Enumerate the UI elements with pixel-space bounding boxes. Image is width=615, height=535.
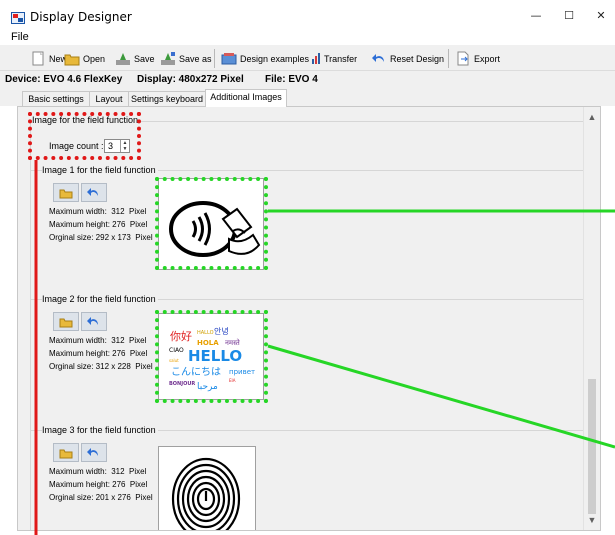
reset-icon xyxy=(371,51,387,66)
save-as-button-label: Save as xyxy=(179,53,212,64)
image-1-reset-button[interactable] xyxy=(81,183,107,202)
transfer-button-label: Transfer xyxy=(324,53,358,64)
image-3-max-width: Maximum width: 312 Pixel xyxy=(49,467,147,476)
menu-bar: File xyxy=(0,31,615,45)
toolbar: New Open Save Save as Design examples Tr… xyxy=(0,45,615,71)
new-document-icon xyxy=(30,51,46,66)
image-2-title: Image 2 for the field function xyxy=(42,294,158,304)
save-as-icon xyxy=(160,51,176,66)
scroll-up-icon[interactable]: ▲ xyxy=(584,109,600,125)
title-bar: Display Designer — ☐ ✕ xyxy=(0,0,615,31)
folder-open-icon xyxy=(59,318,73,328)
image-2-highlight xyxy=(155,310,268,403)
menu-file[interactable]: File xyxy=(11,31,29,43)
app-icon xyxy=(11,12,25,24)
file-label: File: EVO 4 xyxy=(265,74,318,85)
export-button-label: Export xyxy=(474,53,501,64)
save-icon xyxy=(115,51,131,66)
image-1-original-size: Orginal size: 292 x 173 Pixel xyxy=(49,233,153,242)
design-examples-icon xyxy=(221,51,237,66)
additional-images-panel: Image for the field function Image count… xyxy=(17,106,601,531)
reset-icon xyxy=(87,448,98,456)
transfer-icon xyxy=(311,51,321,66)
vertical-scrollbar[interactable]: ▲ ▼ xyxy=(583,107,600,530)
folder-open-icon xyxy=(59,449,73,459)
scroll-down-icon[interactable]: ▼ xyxy=(584,512,600,528)
open-button[interactable]: Open xyxy=(61,48,108,69)
toolbar-separator xyxy=(214,49,215,68)
reset-icon xyxy=(87,188,98,196)
image-2-max-width: Maximum width: 312 Pixel xyxy=(49,336,147,345)
tab-strip: Basic settings Layout Settings keyboard … xyxy=(0,89,615,107)
tab-layout[interactable]: Layout xyxy=(89,91,129,106)
tab-settings-keyboard[interactable]: Settings keyboard xyxy=(128,91,206,106)
image-1-max-width: Maximum width: 312 Pixel xyxy=(49,207,147,216)
fingerprint-image xyxy=(171,457,241,530)
image-3-thumbnail[interactable] xyxy=(158,446,256,530)
save-button-label: Save xyxy=(134,53,155,64)
save-as-button[interactable]: Save as xyxy=(157,48,215,69)
minimize-button[interactable]: — xyxy=(521,4,551,28)
tab-basic-settings[interactable]: Basic settings xyxy=(22,91,90,106)
transfer-button[interactable]: Transfer xyxy=(308,48,360,69)
reset-design-button[interactable]: Reset Design xyxy=(368,48,447,69)
maximize-button[interactable]: ☐ xyxy=(554,4,584,28)
tab-additional-images[interactable]: Additional Images xyxy=(205,89,287,107)
window-title: Display Designer xyxy=(30,10,132,24)
display-label: Display: 480x272 Pixel xyxy=(137,74,244,85)
open-button-label: Open xyxy=(83,53,106,64)
export-button[interactable]: Export xyxy=(452,48,503,69)
image-1-open-button[interactable] xyxy=(53,183,79,202)
save-button[interactable]: Save xyxy=(112,48,158,69)
close-button[interactable]: ✕ xyxy=(586,4,615,28)
export-icon xyxy=(455,51,471,66)
image-1-title: Image 1 for the field function xyxy=(42,165,158,175)
image-3-open-button[interactable] xyxy=(53,443,79,462)
image-3-max-height: Maximum height: 276 Pixel xyxy=(49,480,148,489)
image-2-open-button[interactable] xyxy=(53,312,79,331)
image-3-original-size: Orginal size: 201 x 276 Pixel xyxy=(49,493,153,502)
device-label: Device: EVO 4.6 FlexKey xyxy=(5,74,123,85)
design-examples-button[interactable]: Design examples xyxy=(218,48,312,69)
folder-open-icon xyxy=(64,51,80,66)
design-examples-button-label: Design examples xyxy=(240,53,310,64)
image-2-max-height: Maximum height: 276 Pixel xyxy=(49,349,148,358)
reset-icon xyxy=(87,317,98,325)
image-3-title: Image 3 for the field function xyxy=(42,425,158,435)
image-count-highlight xyxy=(28,112,141,160)
toolbar-separator xyxy=(448,49,449,68)
reset-design-button-label: Reset Design xyxy=(390,53,445,64)
image-3-reset-button[interactable] xyxy=(81,443,107,462)
image-1-max-height: Maximum height: 276 Pixel xyxy=(49,220,148,229)
folder-open-icon xyxy=(59,189,73,199)
scrollbar-thumb[interactable] xyxy=(588,379,596,514)
image-2-original-size: Orginal size: 312 x 228 Pixel xyxy=(49,362,153,371)
image-1-highlight xyxy=(155,177,268,270)
image-2-reset-button[interactable] xyxy=(81,312,107,331)
device-info-bar: Device: EVO 4.6 FlexKey Display: 480x272… xyxy=(0,71,615,89)
